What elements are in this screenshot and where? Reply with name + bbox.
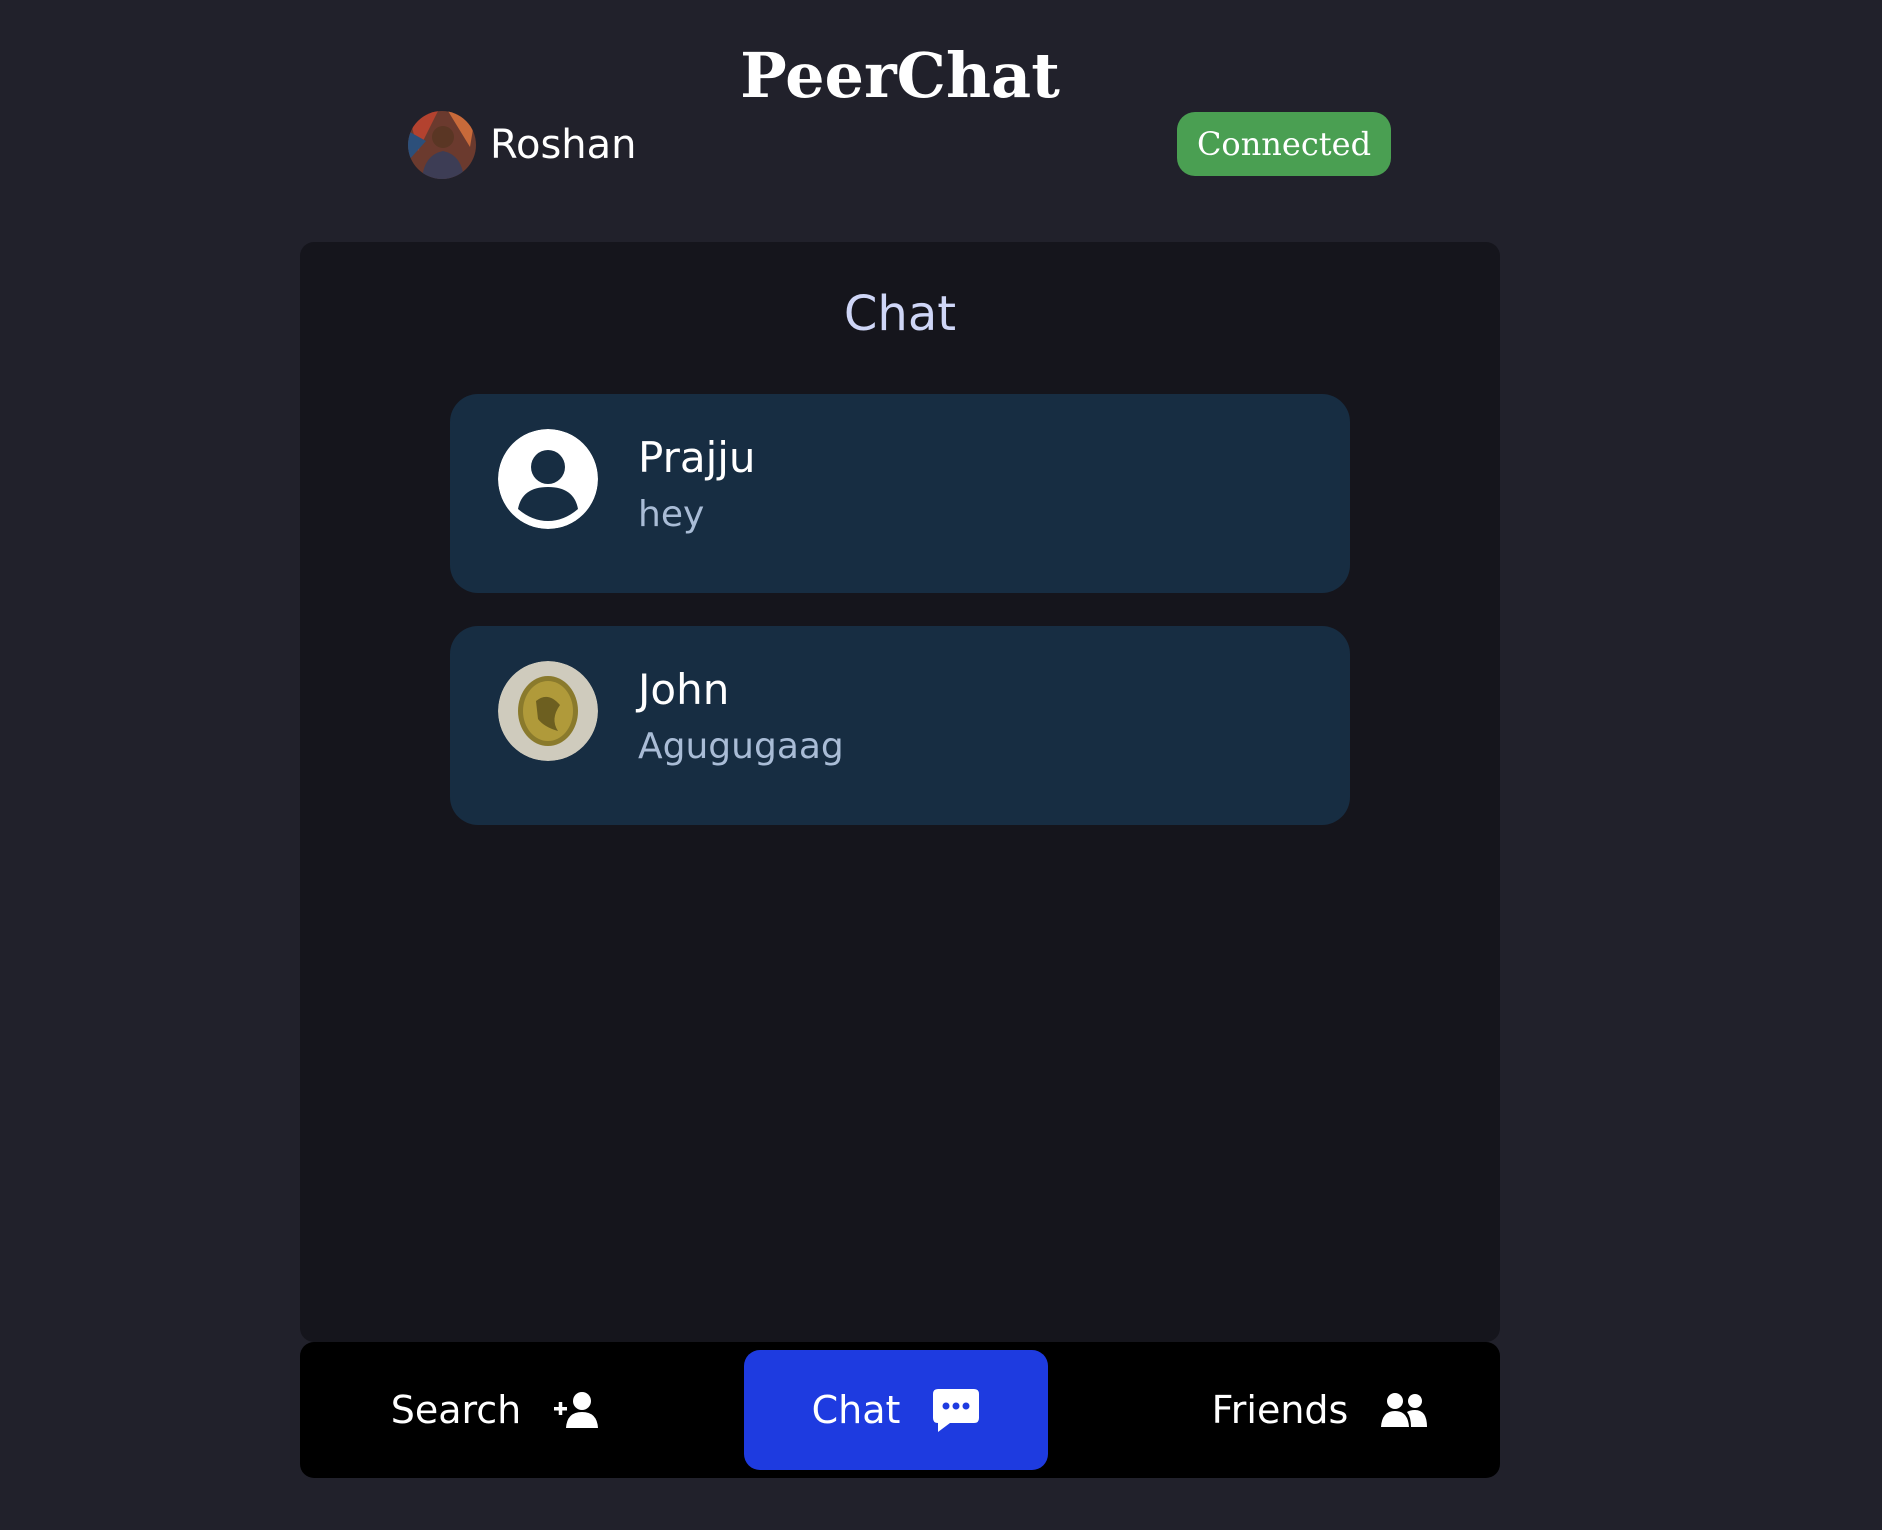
chat-list-item[interactable]: Prajju hey <box>450 394 1350 593</box>
nav-search-button[interactable]: Search <box>366 1350 626 1470</box>
friends-icon <box>1381 1393 1428 1427</box>
bottom-nav: Search Chat Friends <box>300 1342 1500 1478</box>
chat-last-message: Agugugaag <box>638 726 844 767</box>
default-user-icon <box>498 429 598 529</box>
user-name: Roshan <box>490 122 637 168</box>
chat-bubble-icon <box>933 1389 980 1432</box>
app-title: PeerChat <box>740 39 1060 112</box>
nav-friends-label: Friends <box>1211 1388 1349 1432</box>
chat-avatar <box>498 661 598 761</box>
chat-panel: Chat Prajju hey John Agugugaag <box>300 242 1500 1342</box>
nav-search-label: Search <box>390 1388 522 1432</box>
nav-chat-label: Chat <box>811 1388 901 1432</box>
add-user-icon <box>554 1392 599 1428</box>
nav-chat-button[interactable]: Chat <box>744 1350 1048 1470</box>
nav-friends-button[interactable]: Friends <box>1180 1350 1460 1470</box>
chat-list-item[interactable]: John Agugugaag <box>450 626 1350 825</box>
chat-avatar <box>498 429 598 529</box>
panel-title: Chat <box>843 286 957 342</box>
connection-status-badge: Connected <box>1177 112 1391 176</box>
user-photo-avatar-icon <box>408 111 476 179</box>
chat-list: Prajju hey John Agugugaag <box>450 394 1350 858</box>
user-avatar <box>408 111 476 179</box>
current-user: Roshan <box>408 110 637 180</box>
chat-contact-name: John <box>638 665 730 714</box>
chat-last-message: hey <box>638 494 705 535</box>
coin-photo-avatar-icon <box>498 661 598 761</box>
chat-contact-name: Prajju <box>638 433 756 482</box>
